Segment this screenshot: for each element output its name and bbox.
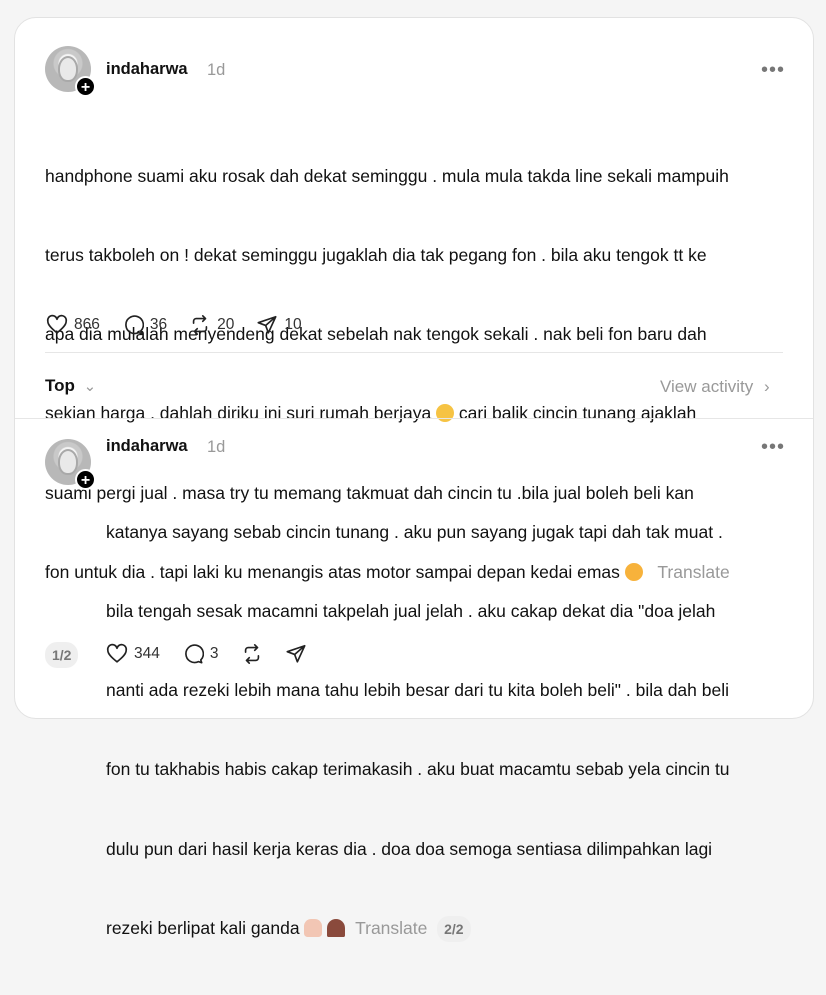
heart-icon xyxy=(46,314,68,334)
post-line-text: cari balik cincin tunang ajaklah xyxy=(454,403,697,424)
divider xyxy=(45,352,783,353)
thread-card: + indaharwa 1d ••• handphone suami aku r… xyxy=(14,17,814,943)
like-count: 866 xyxy=(74,316,100,333)
post-line: nanti ada rezeki lebih mana tahu lebih b… xyxy=(106,680,730,701)
post-time: 1d xyxy=(207,61,226,79)
post-line: terus takboleh on ! dekat seminggu jugak… xyxy=(45,245,707,266)
repost-count: 20 xyxy=(217,316,235,333)
comment-button[interactable]: 3 xyxy=(182,643,219,665)
like-button[interactable]: 344 xyxy=(106,643,160,665)
avatar-face xyxy=(58,56,78,82)
reply-actions: 344 3 xyxy=(106,643,329,665)
post-line: bila tengah sesak macamni takpelah jual … xyxy=(106,601,716,622)
share-count: 10 xyxy=(284,316,302,333)
follow-plus-icon[interactable]: + xyxy=(75,469,96,490)
username[interactable]: indaharwa xyxy=(106,60,188,79)
send-icon xyxy=(257,315,277,334)
comment-icon xyxy=(125,315,144,335)
repost-icon xyxy=(244,644,259,664)
like-count: 344 xyxy=(134,645,160,662)
post-line: rezeki berlipat kali ganda Translate 2/2 xyxy=(106,915,796,943)
post-line-text: sekian harga . dahlah diriku ini suri ru… xyxy=(45,403,432,424)
chevron-right-icon: › xyxy=(763,377,770,396)
post-line: handphone suami aku rosak dah dekat semi… xyxy=(45,165,729,186)
thread-pager-badge: 1/2 xyxy=(45,641,79,668)
like-button[interactable]: 866 xyxy=(46,314,100,336)
repost-button[interactable]: 20 xyxy=(189,314,234,336)
sort-dropdown[interactable]: Top ⌄ xyxy=(45,376,96,396)
avatar[interactable]: + xyxy=(45,439,96,490)
translate-link[interactable]: Translate xyxy=(355,918,427,938)
chevron-down-icon: ⌄ xyxy=(83,378,97,395)
crying-face-emoji-icon xyxy=(436,404,455,423)
share-button[interactable]: 10 xyxy=(256,314,302,336)
brown-heart-emoji-icon xyxy=(327,918,346,937)
post-actions: 866 36 20 10 xyxy=(46,314,324,336)
repost-button[interactable] xyxy=(241,643,263,665)
section-divider xyxy=(15,418,813,419)
repost-icon xyxy=(192,315,208,335)
post-line: sekian harga . dahlah diriku ini suri ru… xyxy=(45,400,795,426)
view-activity-link[interactable]: View activity › xyxy=(660,377,770,397)
reply-body: katanya sayang sebab cincin tunang . aku… xyxy=(106,466,796,995)
post-time: 1d xyxy=(207,438,226,456)
comment-button[interactable]: 36 xyxy=(122,314,167,336)
avatar[interactable]: + xyxy=(45,46,96,97)
post-line-text: rezeki berlipat kali ganda xyxy=(106,917,300,938)
comment-count: 3 xyxy=(209,645,219,662)
more-options-icon[interactable]: ••• xyxy=(761,60,785,80)
more-options-icon[interactable]: ••• xyxy=(761,437,785,457)
post-line: fon tu takhabis habis cakap terimakasih … xyxy=(106,759,730,780)
share-button[interactable] xyxy=(285,643,307,665)
heart-icon xyxy=(106,643,128,663)
sort-label: Top xyxy=(45,376,75,395)
view-activity-label: View activity xyxy=(660,377,754,396)
avatar-face xyxy=(58,449,78,475)
follow-plus-icon[interactable]: + xyxy=(75,76,96,97)
praying-hands-emoji-icon xyxy=(304,918,323,937)
post-line: dulu pun dari hasil kerja keras dia . do… xyxy=(106,838,713,859)
thread-pager-badge: 2/2 xyxy=(437,916,471,943)
username[interactable]: indaharwa xyxy=(106,437,188,456)
comment-count: 36 xyxy=(149,316,168,333)
comment-icon xyxy=(185,644,204,664)
post-line: katanya sayang sebab cincin tunang . aku… xyxy=(106,521,723,542)
send-icon xyxy=(285,644,306,663)
